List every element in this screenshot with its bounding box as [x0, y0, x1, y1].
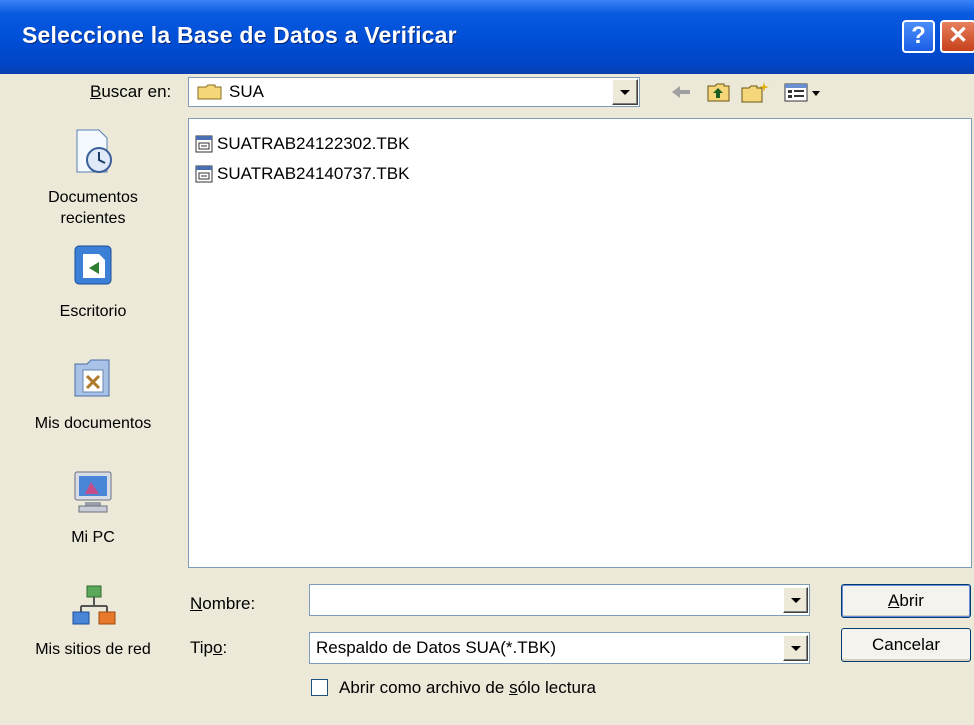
place-label: Documentos	[48, 189, 138, 206]
back-icon[interactable]	[668, 80, 694, 104]
lookin-value: SUA	[229, 82, 264, 101]
place-label: Mi PC	[71, 529, 115, 546]
view-menu-icon[interactable]	[782, 80, 824, 104]
readonly-label[interactable]: Abrir como archivo de sólo lectura	[339, 678, 596, 698]
folder-icon	[197, 84, 222, 100]
desktop-icon	[74, 245, 112, 285]
filetype-select[interactable]: Respaldo de Datos SUA(*.TBK)	[309, 632, 810, 664]
close-button[interactable]: ✕	[940, 20, 974, 53]
filetype-value: Respaldo de Datos SUA(*.TBK)	[316, 638, 556, 657]
window-title: Seleccione la Base de Datos a Verificar	[22, 22, 457, 48]
open-file-dialog: Seleccione la Base de Datos a Verificar …	[0, 0, 974, 725]
list-item[interactable]: SUATRAB24122302.TBK	[195, 133, 409, 155]
filetype-dropdown-button[interactable]	[783, 635, 808, 661]
lookin-label: Buscar en:	[90, 82, 172, 101]
open-button[interactable]: Abrir	[841, 584, 971, 618]
readonly-checkbox[interactable]	[311, 679, 328, 696]
filename-dropdown-button[interactable]	[783, 587, 808, 613]
cancel-button[interactable]: Cancelar	[841, 628, 971, 662]
lookin-dropdown-button[interactable]	[612, 79, 638, 105]
file-name: SUATRAB24140737.TBK	[217, 164, 410, 183]
list-item[interactable]: SUATRAB24140737.TBK	[195, 163, 409, 185]
place-label: Mis documentos	[34, 415, 152, 432]
filetype-label: Tipo:	[190, 638, 228, 657]
filename-field[interactable]	[309, 584, 810, 616]
place-desktop[interactable]: Escritorio	[4, 242, 182, 322]
place-recent-documents[interactable]: Documentos recientes	[4, 128, 182, 229]
file-icon	[195, 165, 213, 183]
my-documents-icon	[74, 359, 110, 397]
place-my-documents[interactable]: Mis documentos	[4, 354, 182, 434]
place-label: Escritorio	[59, 303, 127, 320]
place-network[interactable]: Mis sitios de red	[4, 584, 182, 660]
place-label: Mis sitios de red	[35, 641, 151, 658]
file-name: SUATRAB24122302.TBK	[217, 134, 410, 153]
my-computer-icon	[74, 471, 112, 513]
help-button[interactable]: ?	[902, 20, 935, 53]
recent-documents-icon	[76, 129, 112, 173]
filename-label: Nombre:	[190, 594, 256, 613]
new-folder-icon[interactable]	[740, 80, 770, 104]
place-my-computer[interactable]: Mi PC	[4, 468, 182, 548]
up-folder-icon[interactable]	[706, 80, 732, 104]
place-label: recientes	[60, 210, 126, 227]
file-icon	[195, 135, 213, 153]
title-bar[interactable]: Seleccione la Base de Datos a Verificar …	[0, 0, 974, 74]
lookin-combo[interactable]: SUA	[188, 77, 640, 107]
file-list[interactable]: SUATRAB24122302.TBK SUATRAB24140737.TBK	[188, 118, 972, 568]
network-places-icon	[72, 585, 116, 625]
